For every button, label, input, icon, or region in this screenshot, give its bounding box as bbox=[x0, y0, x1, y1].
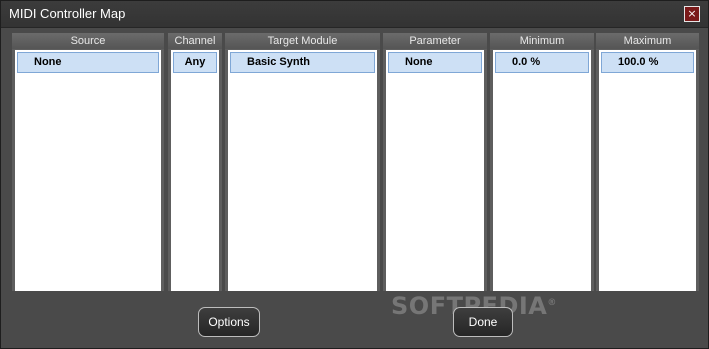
parameter-list[interactable]: None bbox=[386, 50, 484, 291]
target-module-list[interactable]: Basic Synth bbox=[228, 50, 377, 291]
maximum-selected-row[interactable]: 100.0 % bbox=[601, 52, 694, 73]
column-header-minimum[interactable]: Minimum bbox=[490, 33, 594, 49]
column-header-parameter[interactable]: Parameter bbox=[383, 33, 487, 49]
column-target-module: Target Module Basic Synth bbox=[225, 33, 380, 291]
column-minimum: Minimum 0.0 % bbox=[490, 33, 594, 291]
done-button[interactable]: Done bbox=[453, 307, 513, 337]
maximum-list[interactable]: 100.0 % bbox=[599, 50, 696, 291]
options-button[interactable]: Options bbox=[198, 307, 260, 337]
parameter-selected-row[interactable]: None bbox=[388, 52, 482, 73]
column-header-channel[interactable]: Channel bbox=[168, 33, 222, 49]
column-source: Source None bbox=[12, 33, 164, 291]
source-list[interactable]: None bbox=[15, 50, 161, 291]
column-maximum: Maximum 100.0 % bbox=[596, 33, 699, 291]
target-module-selected-row[interactable]: Basic Synth bbox=[230, 52, 375, 73]
watermark-mark: ® bbox=[547, 298, 557, 308]
close-icon[interactable]: × bbox=[684, 6, 700, 22]
column-parameter: Parameter None bbox=[383, 33, 487, 291]
button-bar bbox=[1, 292, 708, 348]
source-selected-row[interactable]: None bbox=[17, 52, 159, 73]
channel-selected-row[interactable]: Any bbox=[173, 52, 217, 73]
column-header-target-module[interactable]: Target Module bbox=[225, 33, 380, 49]
minimum-selected-row[interactable]: 0.0 % bbox=[495, 52, 589, 73]
column-header-source[interactable]: Source bbox=[12, 33, 164, 49]
minimum-list[interactable]: 0.0 % bbox=[493, 50, 591, 291]
title-bar[interactable]: MIDI Controller Map × bbox=[1, 1, 708, 28]
column-channel: Channel Any bbox=[168, 33, 222, 291]
channel-list[interactable]: Any bbox=[171, 50, 219, 291]
column-header-maximum[interactable]: Maximum bbox=[596, 33, 699, 49]
window-title: MIDI Controller Map bbox=[9, 6, 126, 21]
midi-controller-map-window: MIDI Controller Map × Source None Channe… bbox=[0, 0, 709, 349]
